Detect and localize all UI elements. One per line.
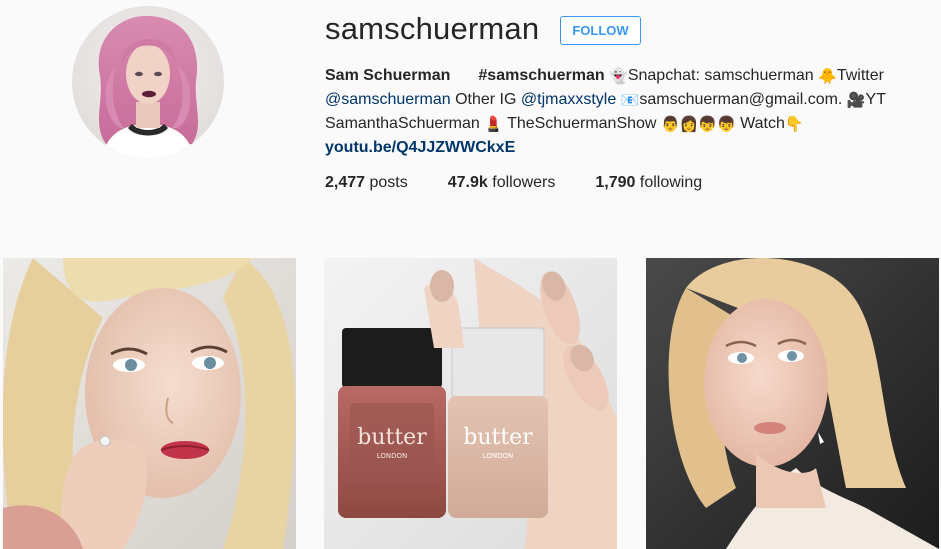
svg-text:LONDON: LONDON: [377, 452, 408, 460]
ghost-emoji-icon: 👻: [609, 68, 628, 85]
full-name: Sam Schuerman: [325, 67, 451, 84]
posts-count: 2,477: [325, 174, 366, 191]
chick-emoji-icon: 🐥: [818, 68, 837, 85]
posts-label: posts: [369, 174, 408, 191]
lipstick-emoji-icon: 💄: [484, 116, 503, 133]
profile-page: samschuerman FOLLOW Sam Schuerman #samsch…: [0, 0, 941, 549]
camera-emoji-icon: 🎥: [846, 92, 866, 109]
point-down-emoji-icon: 👇: [784, 116, 804, 133]
post-thumbnail-1[interactable]: [3, 258, 296, 549]
svg-text:LONDON: LONDON: [483, 452, 514, 460]
posts-stat: 2,477 posts: [325, 174, 408, 192]
username-row: samschuerman FOLLOW: [325, 0, 925, 58]
following-stat[interactable]: 1,790 following: [595, 174, 702, 192]
bio-yt-label: YT: [865, 91, 886, 108]
family-emoji-icon: 👨👩👦👦: [660, 116, 736, 133]
bio-watch-label: Watch: [740, 115, 785, 132]
following-label: following: [639, 174, 703, 191]
bio-hashtag[interactable]: #samschuerman: [478, 67, 604, 84]
followers-stat[interactable]: 47.9k followers: [448, 174, 556, 192]
svg-text:butter: butter: [463, 425, 533, 450]
email-emoji-icon: 📧: [620, 92, 640, 109]
bio-twitter-label: Twitter: [836, 67, 884, 84]
profile-info: samschuerman FOLLOW Sam Schuerman #samsch…: [325, 0, 925, 160]
bio-other-ig-handle[interactable]: @tjmaxxstyle: [521, 91, 616, 108]
bio-channel-name: SamanthaSchuerman: [325, 115, 480, 132]
bio-twitter-handle[interactable]: @samschuerman: [325, 91, 451, 108]
post-thumbnail-2[interactable]: butter LONDON butter LONDON: [324, 258, 617, 549]
bio-snapchat: Snapchat: samschuerman: [627, 67, 814, 84]
following-count: 1,790: [595, 174, 636, 191]
bio-show-name: TheSchuermanShow: [507, 115, 657, 132]
bio-email: samschuerman@gmail.com.: [639, 91, 843, 108]
post-thumbnail-3[interactable]: [646, 258, 939, 549]
bio-other-ig-label: Other IG: [455, 91, 517, 108]
profile-bio: Sam Schuerman #samschuerman 👻Snapchat: sa…: [325, 64, 915, 160]
svg-text:butter: butter: [357, 425, 427, 450]
profile-stats: 2,477 posts 47.9k followers 1,790 follow…: [325, 174, 742, 192]
username: samschuerman: [325, 11, 540, 46]
bio-website-link[interactable]: youtu.be/Q4JJZWWCkxE: [325, 136, 515, 160]
follow-button[interactable]: FOLLOW: [560, 15, 641, 45]
followers-label: followers: [492, 174, 556, 191]
followers-count: 47.9k: [447, 174, 488, 191]
profile-avatar[interactable]: [72, 6, 224, 158]
